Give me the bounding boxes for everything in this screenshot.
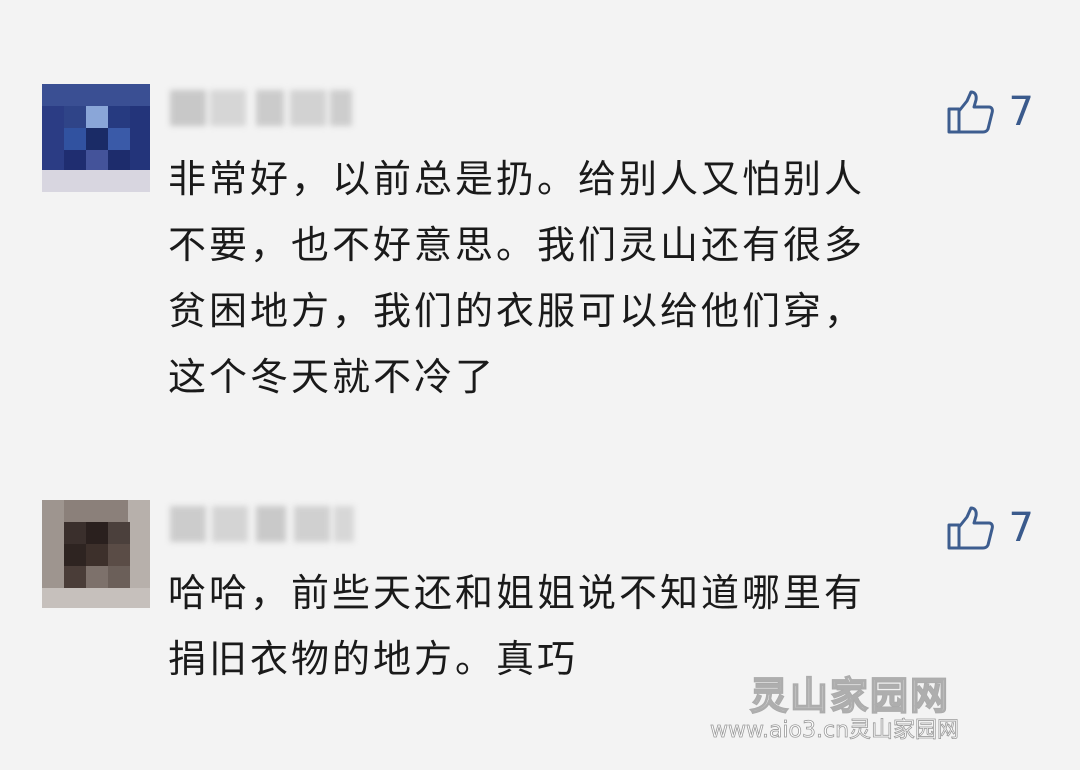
avatar[interactable] (42, 500, 150, 608)
comment-text: 哈哈，前些天还和姐姐说不知道哪里有 捐旧衣物的地方。真巧 (168, 571, 866, 681)
like-count: 7 (1008, 505, 1034, 551)
avatar[interactable] (42, 84, 150, 192)
comment-text: 非常好，以前总是扔。给别人又怕别人 不要，也不好意思。我们灵山还有很多 贫困地方… (168, 157, 866, 399)
thumbs-up-icon (947, 89, 995, 135)
like-button[interactable]: 7 (947, 500, 1034, 556)
thumbs-up-icon (947, 505, 995, 551)
like-button[interactable]: 7 (947, 84, 1034, 140)
username-blurred (166, 500, 356, 548)
watermark-subtitle: www.aio3.cn灵山家园网 (710, 718, 960, 744)
username-blurred (166, 84, 356, 132)
like-count: 7 (1008, 89, 1034, 135)
